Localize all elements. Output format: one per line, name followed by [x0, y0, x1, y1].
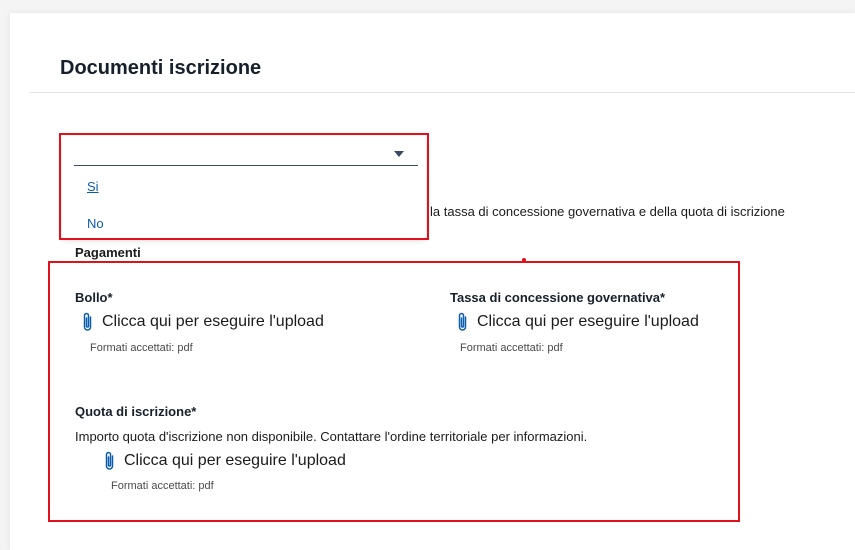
quota-note: Importo quota d'iscrizione non disponibi… — [75, 429, 588, 444]
paperclip-icon[interactable] — [456, 311, 469, 333]
yes-no-dropdown[interactable]: Si No — [62, 136, 426, 238]
tassa-upload-button[interactable]: Clicca qui per eseguire l'upload — [456, 311, 699, 333]
bollo-formats: Formati accettati: pdf — [90, 342, 193, 354]
quota-label: Quota di iscrizione* — [75, 404, 197, 419]
dropdown-option-si[interactable]: Si — [87, 179, 99, 194]
payments-heading: Pagamenti — [75, 245, 141, 260]
quota-upload-text[interactable]: Clicca qui per eseguire l'upload — [124, 452, 346, 470]
dropdown-select[interactable] — [74, 142, 418, 166]
quota-formats: Formati accettati: pdf — [111, 480, 214, 492]
paperclip-icon[interactable] — [103, 450, 116, 472]
section-title: Documenti iscrizione — [60, 57, 262, 79]
tassa-formats: Formati accettati: pdf — [460, 342, 563, 354]
tassa-label: Tassa di concessione governativa* — [450, 290, 666, 305]
marker-dot — [522, 258, 526, 262]
description-text: la tassa di concessione governativa e de… — [430, 204, 785, 219]
bollo-upload-text[interactable]: Clicca qui per eseguire l'upload — [102, 313, 324, 331]
documents-card: Documenti iscrizione Si No la tassa di c… — [10, 13, 855, 550]
tassa-upload-text[interactable]: Clicca qui per eseguire l'upload — [477, 313, 699, 331]
quota-upload-button[interactable]: Clicca qui per eseguire l'upload — [103, 450, 346, 472]
bollo-upload-button[interactable]: Clicca qui per eseguire l'upload — [81, 311, 324, 333]
bollo-label: Bollo* — [75, 290, 113, 305]
title-divider — [30, 92, 855, 93]
paperclip-icon[interactable] — [81, 311, 94, 333]
dropdown-option-no[interactable]: No — [87, 216, 104, 231]
caret-down-icon[interactable] — [394, 151, 404, 157]
